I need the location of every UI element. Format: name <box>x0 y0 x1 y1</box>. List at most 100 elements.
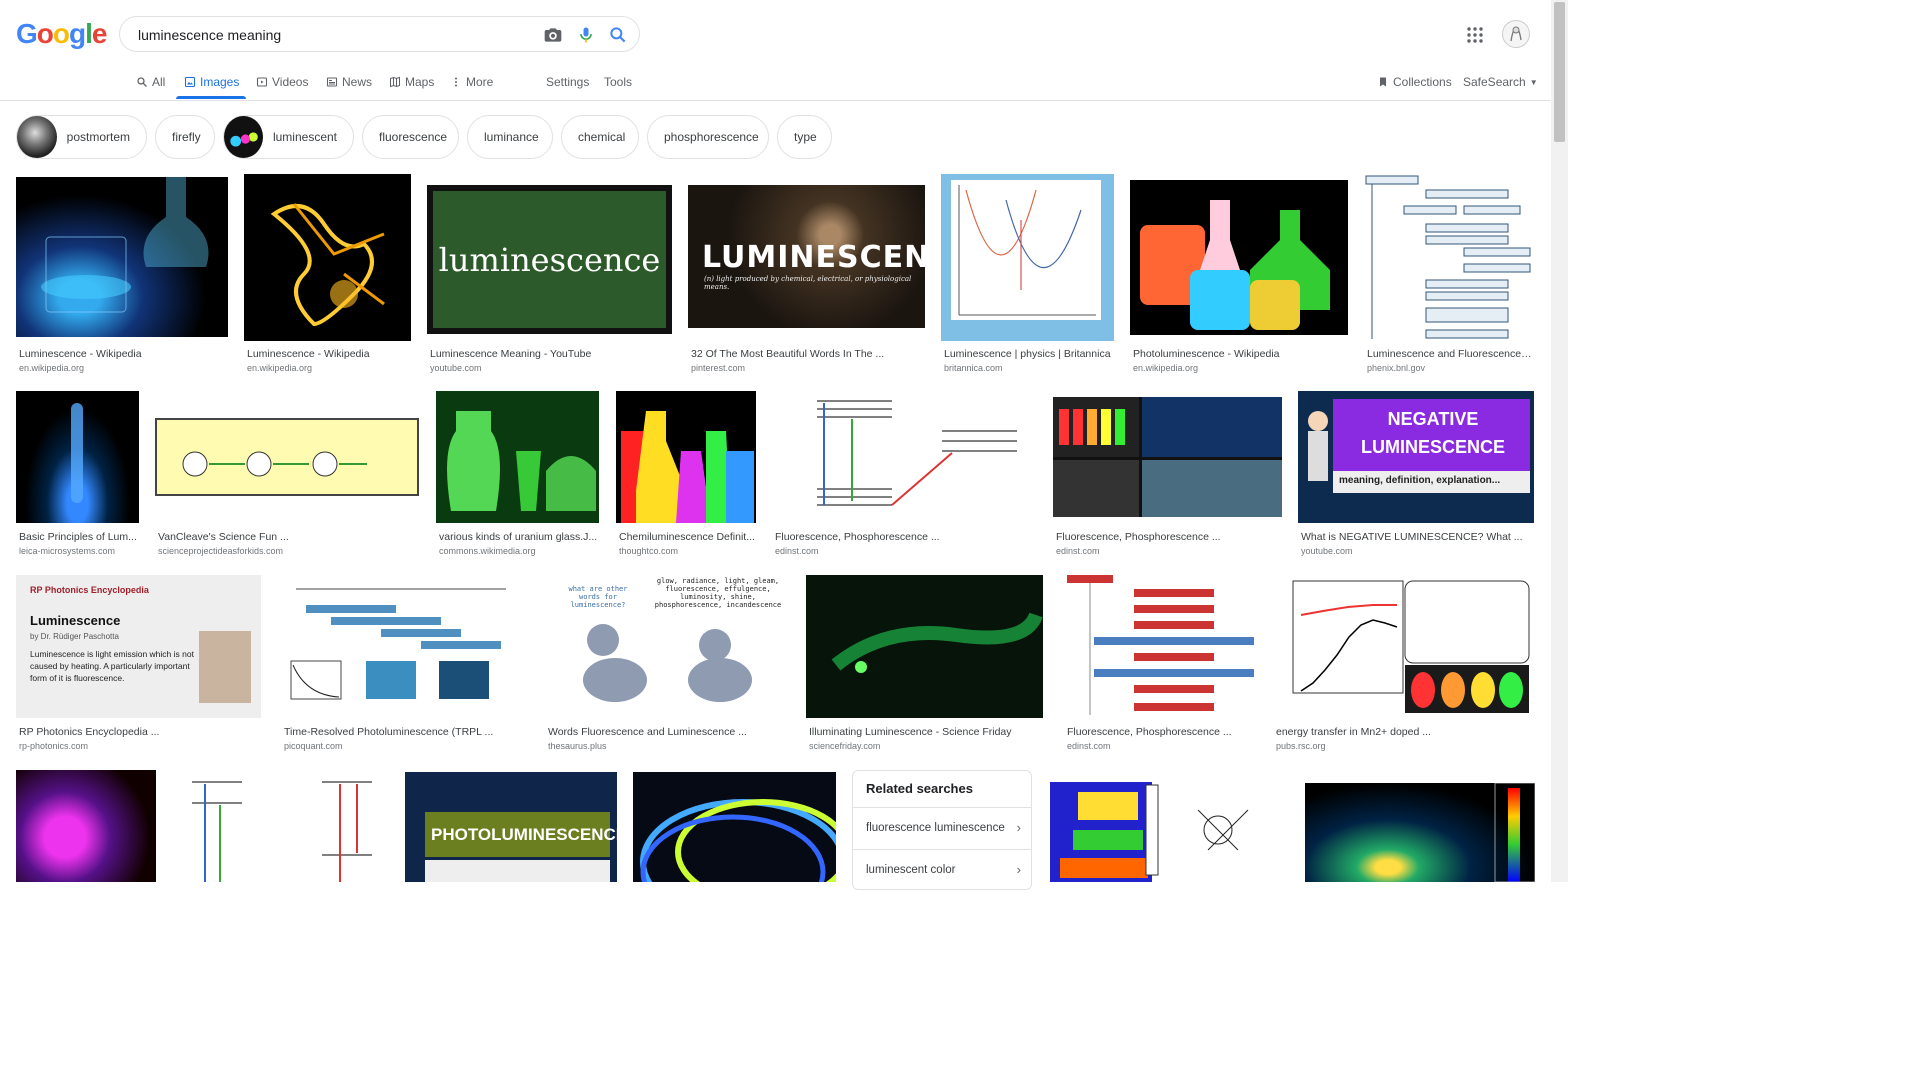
camera-icon[interactable] <box>543 25 563 45</box>
result-source: sciencefriday.com <box>809 741 881 751</box>
image-result[interactable]: Illuminating Luminescence - Science Frid… <box>806 575 1044 755</box>
image-result[interactable] <box>633 772 836 882</box>
result-source: edinst.com <box>1056 546 1100 556</box>
result-thumbnail <box>244 174 411 341</box>
chip-type[interactable]: type <box>777 115 832 159</box>
page-scrollbar[interactable] <box>1551 0 1568 882</box>
image-result[interactable]: Fluorescence, Phosphorescence ... edinst… <box>1053 391 1282 561</box>
apps-grid-icon[interactable] <box>1467 27 1483 43</box>
tab-all[interactable]: All <box>136 74 165 90</box>
search-box[interactable] <box>119 16 640 52</box>
result-thumbnail <box>172 770 389 882</box>
result-title: VanCleave's Science Fun ... <box>158 531 289 543</box>
tab-images[interactable]: Images <box>184 74 239 90</box>
image-result[interactable]: Luminescence - Wikipedia en.wikipedia.or… <box>244 174 411 377</box>
safesearch-menu[interactable]: SafeSearch ▼ <box>1463 74 1538 90</box>
image-result[interactable]: VanCleave's Science Fun ... scienceproje… <box>155 391 420 561</box>
tab-all-label: All <box>152 75 166 89</box>
image-result[interactable]: Chemiluminescence Definit... thoughtco.c… <box>616 391 757 561</box>
search-icon[interactable] <box>608 25 628 45</box>
scrollbar-thumb[interactable] <box>1554 2 1565 142</box>
related-search-label: luminescent color <box>866 864 956 876</box>
result-source: scienceprojectideasforkids.com <box>158 546 284 556</box>
chevron-right-icon: › <box>1016 862 1021 877</box>
result-title: What is NEGATIVE LUMINESCENCE? What ... <box>1301 531 1523 543</box>
related-searches-heading: Related searches <box>866 781 973 796</box>
result-title: Fluorescence, Phosphorescence ... <box>1056 531 1221 543</box>
result-source: pinterest.com <box>691 363 746 373</box>
tab-maps[interactable]: Maps <box>389 74 434 90</box>
result-thumbnail: RP Photonics Encyclopedia Luminescence b… <box>16 575 261 718</box>
result-title: Chemiluminescence Definit... <box>619 531 755 543</box>
chip-luminance[interactable]: luminance <box>467 115 553 159</box>
image-result[interactable]: NEGATIVE LUMINESCENCE meaning, definitio… <box>1298 391 1535 561</box>
chip-label: firefly <box>172 130 201 144</box>
result-thumbnail <box>772 391 1036 523</box>
result-source: picoquant.com <box>284 741 343 751</box>
chip-label: chemical <box>578 130 626 144</box>
tools-link[interactable]: Tools <box>604 74 632 90</box>
image-result[interactable]: Basic Principles of Lum... leica-microsy… <box>16 391 139 561</box>
image-result[interactable] <box>172 770 389 882</box>
image-result[interactable]: RP Photonics Encyclopedia Luminescence b… <box>16 575 262 755</box>
result-thumbnail <box>806 575 1043 718</box>
image-result[interactable]: energy transfer in Mn2+ doped ... pubs.r… <box>1273 575 1535 755</box>
image-icon <box>184 76 196 88</box>
image-result[interactable]: Time-Resolved Photoluminescence (TRPL ..… <box>281 575 528 755</box>
image-result[interactable]: various kinds of uranium glass.J... comm… <box>436 391 600 561</box>
account-avatar[interactable] <box>1502 20 1530 48</box>
image-result[interactable] <box>1305 783 1535 882</box>
collections-link[interactable]: Collections <box>1377 74 1452 90</box>
settings-link[interactable]: Settings <box>546 74 589 90</box>
image-result[interactable]: Fluorescence, Phosphorescence ... edinst… <box>1064 575 1257 755</box>
image-result[interactable]: Luminescence | physics | Britannica brit… <box>941 174 1114 377</box>
related-search-label: fluorescence luminescence <box>866 822 1005 834</box>
result-thumbnail <box>1048 770 1289 882</box>
image-result[interactable] <box>1048 770 1289 882</box>
result-thumbnail: LUMINESCENCE (n) light produced by chemi… <box>688 185 925 328</box>
chip-phosphorescence[interactable]: phosphorescence <box>647 115 769 159</box>
settings-label: Settings <box>546 75 590 89</box>
result-thumbnail <box>16 770 156 882</box>
logo-letter: o <box>52 18 70 49</box>
microphone-icon[interactable] <box>576 25 596 45</box>
result-title: Words Fluorescence and Luminescence ... <box>548 726 747 738</box>
video-icon <box>256 77 268 87</box>
collections-label: Collections <box>1393 75 1452 89</box>
chip-postmortem[interactable]: postmortem <box>16 115 147 159</box>
result-thumbnail <box>436 391 599 523</box>
image-result[interactable] <box>16 770 156 882</box>
chip-label: luminance <box>484 130 539 144</box>
tab-videos[interactable]: Videos <box>256 74 308 90</box>
thumbnail-text: Luminescence is light emission which is … <box>30 649 194 683</box>
result-thumbnail <box>155 418 419 496</box>
result-source: thoughtco.com <box>619 546 679 556</box>
image-result[interactable]: PHOTOLUMINESCENCE <box>405 772 617 882</box>
thumbnail-text: luminescence <box>438 240 661 279</box>
related-search-item[interactable]: luminescent color › <box>853 849 1031 890</box>
map-icon <box>390 76 400 88</box>
image-result[interactable]: luminescence Luminescence Meaning - YouT… <box>427 177 672 377</box>
image-result[interactable]: Photoluminescence - Wikipedia en.wikiped… <box>1130 177 1348 377</box>
chip-luminescent[interactable]: luminescent <box>223 115 354 159</box>
image-result[interactable]: LUMINESCENCE (n) light produced by chemi… <box>688 177 925 377</box>
result-source: edinst.com <box>1067 741 1111 751</box>
image-result[interactable]: Fluorescence, Phosphorescence ... edinst… <box>772 391 1037 561</box>
google-logo[interactable]: Google <box>16 18 108 50</box>
image-result[interactable]: what are other words for luminescence? g… <box>545 575 787 755</box>
active-tab-indicator <box>176 96 246 99</box>
chip-firefly[interactable]: firefly <box>155 115 215 159</box>
tools-label: Tools <box>604 75 633 89</box>
tab-more[interactable]: More <box>450 74 493 90</box>
search-input[interactable] <box>136 23 520 47</box>
chip-fluorescence[interactable]: fluorescence <box>362 115 459 159</box>
related-search-item[interactable]: fluorescence luminescence › <box>853 807 1031 848</box>
logo-letter: e <box>91 18 108 49</box>
chip-chemical[interactable]: chemical <box>561 115 639 159</box>
tab-news[interactable]: News <box>326 74 372 90</box>
result-source: edinst.com <box>775 546 819 556</box>
result-source: commons.wikimedia.org <box>439 546 536 556</box>
image-result[interactable]: Luminescence and Fluorescence ... phenix… <box>1364 174 1535 377</box>
chip-thumbnail <box>17 116 57 158</box>
image-result[interactable]: Luminescence - Wikipedia en.wikipedia.or… <box>16 177 228 377</box>
